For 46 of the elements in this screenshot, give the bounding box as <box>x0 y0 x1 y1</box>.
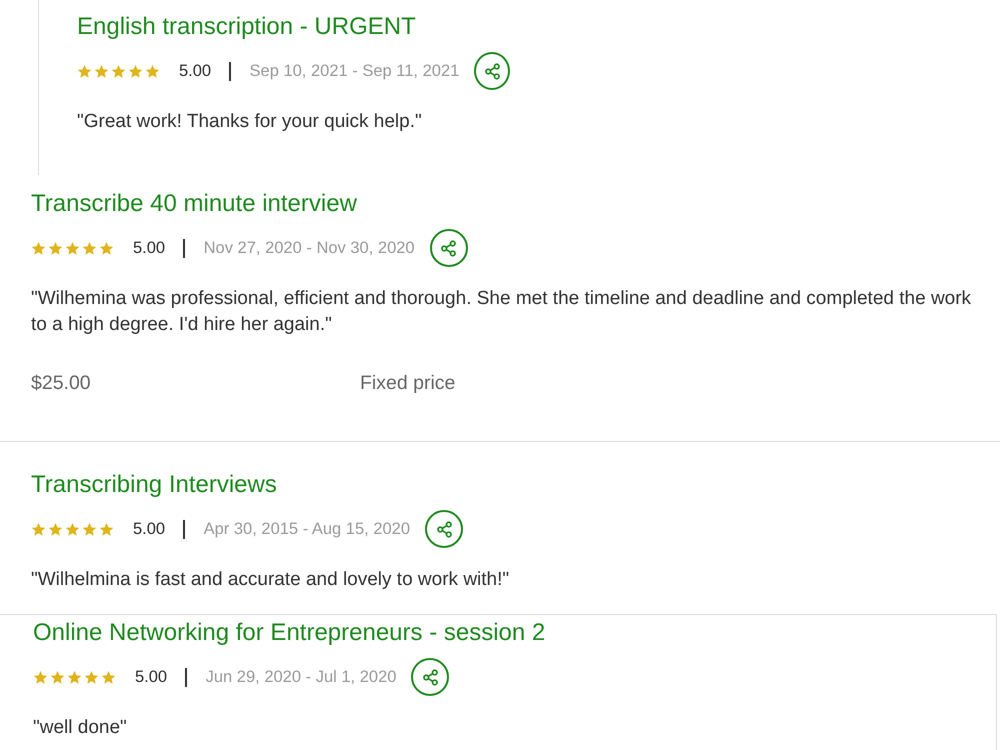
rating-score: 5.00 <box>133 520 166 538</box>
review-quote: "well done" <box>33 716 128 740</box>
review-quote: "Great work! Thanks for your quick help." <box>77 110 423 134</box>
job-title-link[interactable]: Transcribe 40 minute interview <box>31 190 357 218</box>
date-range: Jun 29, 2020 - Jul 1, 2020 <box>206 668 396 686</box>
star-icon <box>99 522 114 536</box>
star-icon <box>31 522 46 536</box>
price-amount: $25.00 <box>31 371 91 395</box>
share-icon <box>484 62 501 80</box>
share-button[interactable] <box>474 52 510 90</box>
date-range: Apr 30, 2015 - Aug 15, 2020 <box>204 520 410 538</box>
job-title-link[interactable]: English transcription - URGENT <box>77 13 416 41</box>
rating-score: 5.00 <box>133 238 166 258</box>
star-icon <box>94 64 109 78</box>
star-icon <box>145 64 160 78</box>
date-range: Sep 10, 2021 - Sep 11, 2021 <box>250 62 460 80</box>
star-icon <box>65 240 80 256</box>
star-icon <box>84 670 99 684</box>
star-icon <box>82 240 97 256</box>
star-icon <box>48 240 63 256</box>
star-icon <box>128 64 143 78</box>
share-icon <box>436 520 453 538</box>
star-icon <box>33 670 48 684</box>
star-icon <box>31 240 46 256</box>
job-title-link[interactable]: Online Networking for Entrepreneurs - session 2 <box>33 619 546 647</box>
share-button[interactable] <box>425 510 464 548</box>
date-range: Nov 27, 2020 - Nov 30, 2020 <box>204 238 415 258</box>
review-quote: "Wilhelmina is fast and accurate and lovely to work with!" <box>31 568 510 592</box>
review-quote: "Wilhemina was professional, efficient and thorough. She met the timeline and deadline and completed the work to a high degree. I'd hire her again." <box>31 287 972 337</box>
star-icon <box>67 670 82 684</box>
star-icon <box>77 64 92 78</box>
job-title-link[interactable]: Transcribing Interviews <box>31 471 277 499</box>
star-icon <box>101 670 116 684</box>
price-type: Fixed price <box>360 371 456 395</box>
star-icon <box>82 522 97 536</box>
star-icon <box>99 240 114 256</box>
rating-score: 5.00 <box>179 62 212 80</box>
star-icon <box>50 670 65 684</box>
star-icon <box>48 522 63 536</box>
rating-score: 5.00 <box>135 668 168 686</box>
share-button[interactable] <box>411 658 450 696</box>
share-button[interactable] <box>430 229 468 267</box>
share-icon <box>422 668 439 686</box>
star-icon <box>65 522 80 536</box>
star-icon <box>111 64 126 78</box>
share-icon <box>440 240 458 256</box>
